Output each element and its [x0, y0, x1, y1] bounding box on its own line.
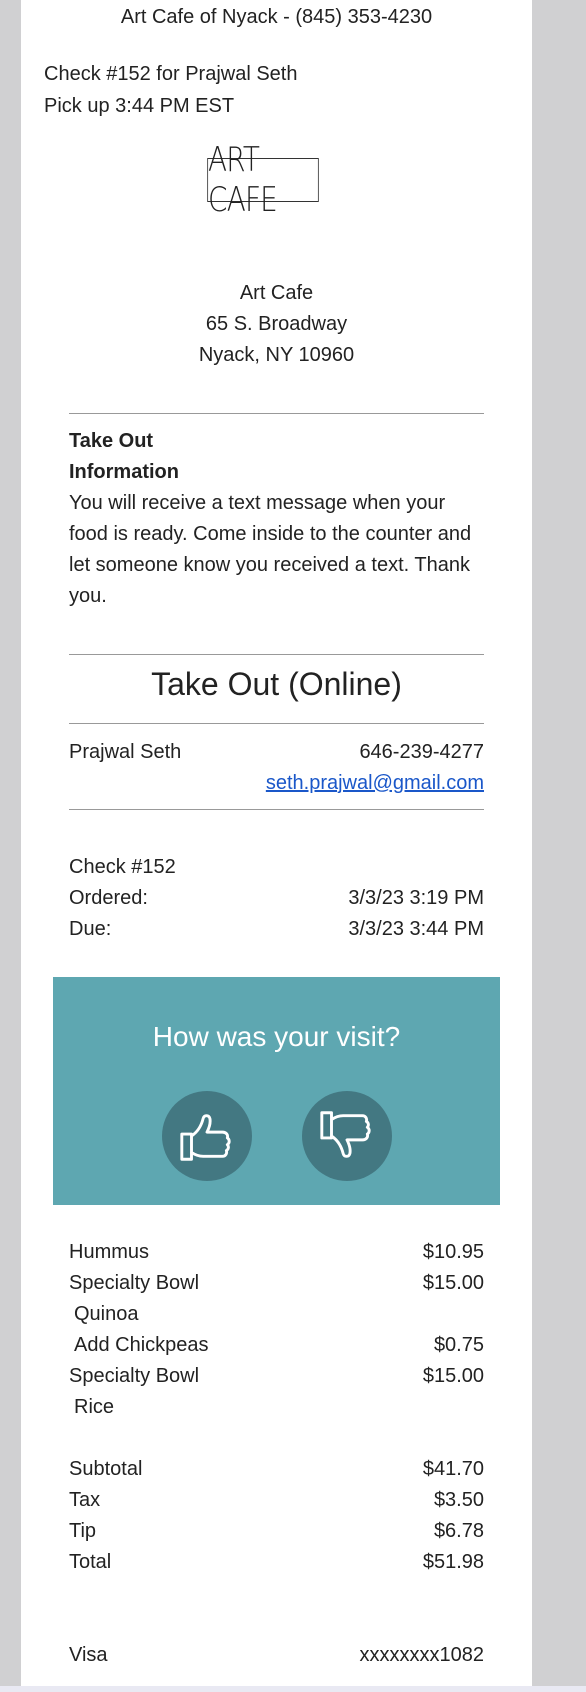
- address-street: 65 S. Broadway: [205, 313, 348, 335]
- ordered-label: Ordered:: [69, 887, 148, 909]
- total-value: $51.98: [422, 1551, 484, 1573]
- tip-value: $6.78: [433, 1520, 484, 1542]
- customer-phone: 646-239-4277: [359, 741, 484, 763]
- thumbs-down-button[interactable]: [302, 1091, 392, 1181]
- item-modifier-name: Add Chickpeas: [74, 1334, 209, 1356]
- receipt: Art Cafe of Nyack - (845) 353-4230 Check…: [21, 0, 532, 1686]
- thumbs-up-button[interactable]: [162, 1091, 252, 1181]
- payment-card-number: xxxxxxxx1082: [359, 1644, 485, 1666]
- art-cafe-logo: ART CAFE: [207, 140, 319, 220]
- pickup-time-line: Pick up 3:44 PM EST: [44, 95, 235, 117]
- item-price: $15.00: [422, 1272, 484, 1294]
- divider: [69, 809, 484, 810]
- check-number-row: Check #152: [69, 852, 484, 883]
- ordered-value: 3/3/23 3:19 PM: [348, 887, 484, 909]
- tax-row: Tax $3.50: [69, 1485, 484, 1516]
- total-label: Total: [69, 1551, 112, 1573]
- customer-name: Prajwal Seth: [69, 741, 182, 763]
- restaurant-header: Art Cafe of Nyack - (845) 353-4230: [120, 6, 433, 28]
- address-name: Art Cafe: [239, 282, 314, 304]
- restaurant-address: Art Cafe 65 S. Broadway Nyack, NY 10960: [21, 278, 532, 371]
- tip-row: Tip $6.78: [69, 1516, 484, 1547]
- line-item-modifier: Quinoa: [69, 1299, 484, 1330]
- divider: [69, 654, 484, 655]
- address-city: Nyack, NY 10960: [198, 344, 355, 366]
- customer-row: Prajwal Seth 646-239-4277: [69, 737, 484, 768]
- tax-label: Tax: [69, 1489, 101, 1511]
- takeout-info-body: You will receive a text message when you…: [69, 492, 472, 607]
- feedback-title: How was your visit?: [152, 1021, 401, 1052]
- item-modifier-name: Rice: [74, 1396, 115, 1418]
- item-name: Specialty Bowl: [69, 1365, 200, 1387]
- takeout-info-title-1: Take Out: [69, 430, 154, 452]
- total-row: Total $51.98: [69, 1547, 484, 1578]
- payment-method: Visa: [69, 1644, 108, 1666]
- tip-label: Tip: [69, 1520, 97, 1542]
- customer-email-link[interactable]: seth.prajwal@gmail.com: [266, 768, 484, 799]
- ordered-row: Ordered: 3/3/23 3:19 PM: [69, 883, 484, 914]
- line-item-modifier: Rice: [69, 1392, 484, 1423]
- line-item: Hummus $10.95: [69, 1237, 484, 1268]
- tax-value: $3.50: [433, 1489, 484, 1511]
- thumbs-down-icon: [320, 1111, 371, 1158]
- order-type-title: Take Out (Online): [151, 666, 402, 702]
- divider: [69, 413, 484, 414]
- feedback-panel: How was your visit?: [53, 977, 500, 1205]
- subtotal-value: $41.70: [422, 1458, 484, 1480]
- check-for-line: Check #152 for Prajwal Seth: [44, 63, 298, 85]
- due-row: Due: 3/3/23 3:44 PM: [69, 914, 484, 945]
- due-value: 3/3/23 3:44 PM: [348, 918, 484, 940]
- line-item: Specialty Bowl $15.00: [69, 1361, 484, 1392]
- payment-row: Visa xxxxxxxx1082: [69, 1640, 484, 1671]
- item-price: $15.00: [422, 1365, 484, 1387]
- item-name: Hummus: [69, 1241, 150, 1263]
- line-item: Specialty Bowl $15.00: [69, 1268, 484, 1299]
- item-price: $10.95: [422, 1241, 484, 1263]
- subtotal-label: Subtotal: [69, 1458, 143, 1480]
- check-number: Check #152: [69, 856, 176, 878]
- line-item-modifier: Add Chickpeas $0.75: [69, 1330, 484, 1361]
- takeout-information: Take Out Information You will receive a …: [69, 426, 489, 612]
- item-name: Specialty Bowl: [69, 1272, 200, 1294]
- bottom-edge: [0, 1686, 586, 1692]
- due-label: Due:: [69, 918, 112, 940]
- item-modifier-name: Quinoa: [74, 1303, 139, 1325]
- customer-email-row: seth.prajwal@gmail.com: [69, 768, 484, 799]
- subtotal-row: Subtotal $41.70: [69, 1454, 484, 1485]
- takeout-info-title-2: Information: [69, 461, 179, 483]
- divider: [69, 723, 484, 724]
- thumbs-up-icon: [180, 1114, 231, 1161]
- item-price: $0.75: [433, 1334, 484, 1356]
